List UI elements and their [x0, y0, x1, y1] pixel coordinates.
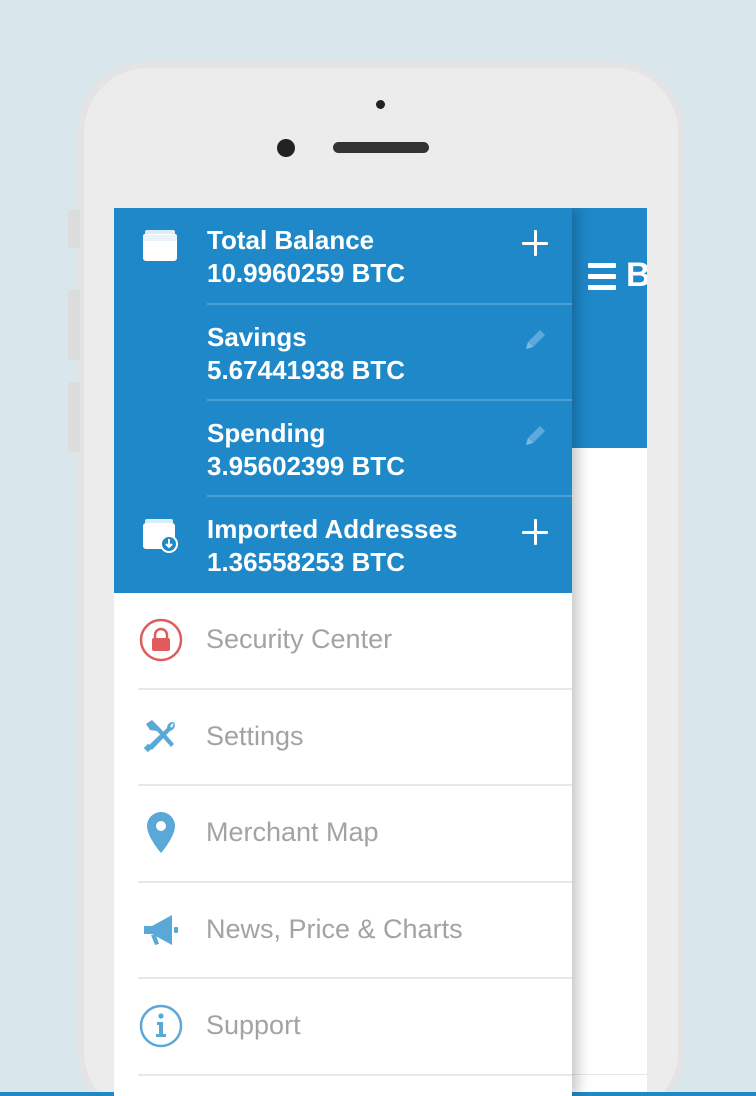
front-camera: [277, 139, 295, 157]
menu-label: News, Price & Charts: [206, 913, 463, 944]
menu-label: Settings: [206, 720, 304, 751]
menu-label: Security Center: [206, 624, 393, 654]
account-savings[interactable]: Savings 5.67441938 BTC: [114, 305, 572, 401]
account-balance: 5.67441938 BTC: [207, 355, 406, 385]
account-balance: 3.95602399 BTC: [207, 451, 406, 481]
account-total-balance[interactable]: Total Balance 10.9960259 BTC: [114, 208, 572, 305]
lock-icon: [139, 618, 183, 662]
account-balance: 1.36558253 BTC: [207, 547, 406, 577]
account-name: Total Balance: [207, 225, 375, 255]
main-divider: [572, 1074, 647, 1075]
add-icon[interactable]: [520, 228, 550, 258]
add-icon[interactable]: [520, 517, 550, 547]
account-name: Imported Addresses: [207, 514, 458, 544]
menu-label: Merchant Map: [206, 817, 379, 847]
menu-item-support[interactable]: Support: [114, 979, 572, 1076]
proximity-sensor: [376, 100, 385, 109]
earpiece-speaker: [333, 142, 429, 153]
edit-icon[interactable]: [520, 421, 550, 451]
menu-label: Support: [206, 1010, 301, 1040]
main-header: B: [572, 208, 647, 448]
accounts-section: Total Balance 10.9960259 BTC Savings 5.6…: [114, 208, 572, 593]
imported-wallet-icon: [143, 519, 178, 553]
navigation-drawer: Total Balance 10.9960259 BTC Savings 5.6…: [114, 208, 572, 1096]
account-name: Spending: [207, 418, 326, 448]
wallet-icon: [143, 230, 177, 261]
divider: [138, 1073, 572, 1076]
account-balance: 10.9960259 BTC: [207, 258, 406, 288]
menu-item-merchant-map[interactable]: Merchant Map: [114, 786, 572, 883]
phone-mute-switch: [68, 210, 80, 248]
megaphone-icon: [144, 914, 178, 945]
edit-icon[interactable]: [520, 325, 550, 355]
info-icon: [139, 1004, 183, 1048]
drawer-menu: Security Center Settings Merchant Map Ne…: [114, 593, 572, 1076]
app-screen: B Total Balance 10.9960259 BTC Savings 5…: [114, 208, 647, 1096]
map-pin-icon: [147, 812, 175, 853]
menu-item-settings[interactable]: Settings: [114, 690, 572, 786]
menu-item-security-center[interactable]: Security Center: [114, 593, 572, 690]
page-title: B: [626, 256, 647, 294]
phone-volume-down: [68, 382, 80, 452]
hamburger-menu-icon[interactable]: [588, 263, 616, 290]
phone-volume-up: [68, 290, 80, 360]
tools-icon: [143, 719, 175, 752]
menu-item-news-price-charts[interactable]: News, Price & Charts: [114, 883, 572, 979]
account-name: Savings: [207, 322, 307, 352]
account-spending[interactable]: Spending 3.95602399 BTC: [114, 401, 572, 497]
account-imported-addresses[interactable]: Imported Addresses 1.36558253 BTC: [114, 497, 572, 593]
